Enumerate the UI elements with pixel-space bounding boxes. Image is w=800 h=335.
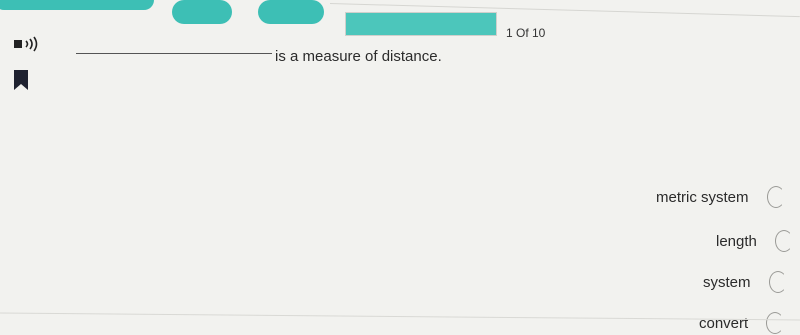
- nav-pill-button[interactable]: [0, 0, 154, 10]
- divider: [0, 312, 800, 321]
- radio-button[interactable]: [766, 312, 785, 334]
- progress-fill: [346, 13, 496, 35]
- quiz-page: 1 Of 10 is a measure of distance. metric…: [0, 0, 800, 335]
- option-label: metric system: [656, 188, 749, 206]
- answer-option[interactable]: system: [703, 271, 800, 293]
- answer-option[interactable]: convert: [699, 312, 800, 334]
- radio-button[interactable]: [768, 271, 787, 293]
- question-prompt: is a measure of distance.: [275, 48, 442, 65]
- radio-button[interactable]: [774, 230, 793, 252]
- answer-blank: [76, 53, 272, 54]
- answer-option[interactable]: length: [716, 230, 800, 252]
- top-bar: 1 Of 10: [0, 0, 800, 40]
- answer-option[interactable]: metric system: [656, 186, 800, 208]
- question-counter: 1 Of 10: [506, 26, 546, 40]
- radio-button[interactable]: [766, 186, 785, 208]
- action-pill-button[interactable]: [172, 0, 232, 24]
- option-label: system: [703, 273, 751, 291]
- speaker-icon[interactable]: [12, 36, 46, 52]
- action-pill-button[interactable]: [258, 0, 324, 24]
- option-label: convert: [699, 314, 749, 332]
- progress-bar: [345, 12, 497, 36]
- option-label: length: [716, 232, 757, 250]
- bookmark-icon[interactable]: [12, 70, 30, 90]
